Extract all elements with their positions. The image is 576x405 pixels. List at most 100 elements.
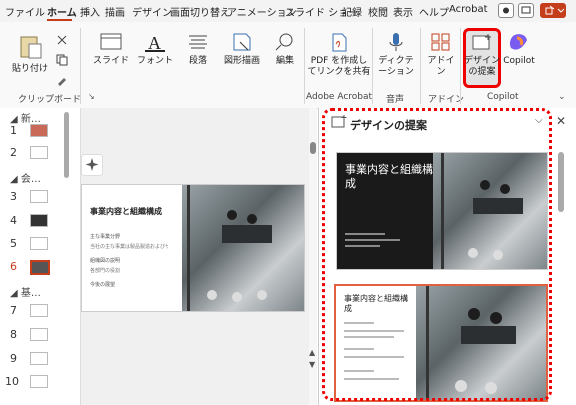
slide-thumbnail (30, 304, 48, 317)
copilot-button[interactable]: Copilot (503, 32, 535, 67)
shapes-label: 図形描画 (223, 56, 260, 66)
close-icon[interactable]: ✕ (556, 114, 566, 128)
separator (420, 28, 421, 104)
slide-layout-icon (100, 33, 122, 50)
slide-thumbnail (30, 237, 48, 250)
comment-icon[interactable] (518, 3, 534, 18)
collapse-ribbon-icon[interactable]: ⌄ (558, 92, 566, 102)
separator (372, 28, 373, 104)
thumbnail-item[interactable]: 10 (0, 373, 78, 391)
share-button[interactable] (540, 3, 566, 18)
thumbnail-item[interactable]: 9 (0, 350, 78, 368)
designer-sparkle-button[interactable] (81, 154, 103, 176)
slide-thumbnail (30, 375, 48, 388)
new-slide-button[interactable]: スライド (92, 32, 130, 67)
font-button[interactable]: A フォント (135, 32, 175, 67)
next-slide-icon[interactable]: ▼ (309, 360, 315, 369)
slide-thumbnail (30, 260, 50, 275)
section-label: 会… (20, 174, 41, 185)
editing-label: 編集 (275, 56, 294, 66)
paragraph-button[interactable]: 段落 (180, 32, 216, 67)
paragraph-label: 段落 (188, 56, 207, 66)
slide-text-line: 主な事業分野 (90, 234, 121, 240)
cut-icon[interactable] (56, 34, 68, 49)
pdf-icon (332, 33, 347, 52)
record-icon[interactable] (498, 3, 514, 18)
addins-label: アドイン (427, 56, 455, 77)
slide-number: 1 (10, 124, 17, 137)
menu-help[interactable]: ヘルプ (419, 4, 449, 19)
thumbnail-item[interactable]: 3 (0, 188, 78, 206)
slide-text-line: 組織図の説明 (90, 258, 121, 264)
addins-group-label: アドイン (428, 95, 465, 105)
slide-text-line: 各部門の役割 (90, 268, 121, 274)
menu-design[interactable]: デザイン (132, 4, 172, 19)
design-ideas-label: デザインの提案 (464, 56, 501, 77)
font-label: フォント (136, 56, 173, 66)
dictate-label: ディクテーション (378, 56, 414, 77)
section-label: 基… (20, 288, 41, 299)
menu-record[interactable]: 記録 (342, 4, 362, 19)
clipboard-icon (20, 36, 42, 59)
thumbnail-item[interactable]: 5 (0, 235, 78, 253)
dictate-button[interactable]: ディクテーション (376, 32, 416, 78)
separator (460, 28, 461, 104)
menu-home[interactable]: ホーム (47, 4, 77, 19)
slide-number: 4 (10, 214, 17, 227)
shapes-icon (233, 33, 251, 51)
format-painter-icon[interactable] (56, 74, 68, 89)
menu-review[interactable]: 校閲 (368, 4, 388, 19)
create-pdf-button[interactable]: PDF を作成してリンクを共有 (307, 32, 371, 78)
addins-icon (431, 33, 450, 51)
dialog-launcher-icon[interactable]: ↘ (88, 92, 95, 101)
create-pdf-label: PDF を作成してリンクを共有 (307, 56, 371, 77)
editor-scrollbar[interactable]: ▲ ▼ (309, 108, 317, 405)
slide-thumbnail (30, 146, 48, 159)
scroll-thumb[interactable] (310, 142, 316, 154)
section-header[interactable]: ◢ 基… (10, 284, 41, 299)
pane-scrollbar[interactable] (558, 152, 564, 212)
active-tab-underline (47, 19, 72, 21)
current-slide[interactable]: 事業内容と組織構成 主な事業分野 当社の主な事業は製品製造およびサービス提供 組… (81, 184, 305, 312)
microphone-icon (389, 33, 403, 51)
slide-number: 7 (10, 304, 17, 317)
thumbnail-item[interactable]: 8 (0, 326, 78, 344)
prev-slide-icon[interactable]: ▲ (309, 348, 315, 357)
slide-thumbnail (30, 190, 48, 203)
section-header[interactable]: ◢ 会… (10, 170, 41, 185)
shapes-button[interactable]: 図形描画 (218, 32, 266, 67)
thumbnail-item[interactable]: 4 (0, 212, 78, 230)
slide-thumbnail (30, 124, 48, 137)
slide-title: 事業内容と組織構成 (90, 207, 162, 216)
copilot-label: Copilot (503, 56, 535, 66)
slide-number: 3 (10, 190, 17, 203)
slide-thumbnail (30, 328, 48, 341)
paragraph-icon (189, 35, 207, 49)
separator (304, 28, 305, 104)
ribbon: 貼り付け クリップボード ↘ スライド A フォント 段落 図形描画 編集 PD… (0, 22, 576, 109)
editing-button[interactable]: 編集 (270, 32, 300, 67)
slide-number: 9 (10, 352, 17, 365)
slide-number: 5 (10, 237, 17, 250)
menu-insert[interactable]: 挿入 (80, 4, 100, 19)
addins-button[interactable]: アドイン (424, 32, 458, 78)
sparkle-icon (85, 158, 99, 171)
menu-file[interactable]: ファイル (5, 4, 45, 19)
menu-view[interactable]: 表示 (393, 4, 413, 19)
thumbnail-item[interactable]: 7 (0, 302, 78, 320)
design-pane-highlight (322, 108, 552, 401)
copy-icon[interactable] (56, 54, 68, 69)
slide-number: 2 (10, 146, 17, 159)
thumbnails-scrollbar[interactable] (64, 112, 69, 178)
copilot-icon (509, 34, 527, 50)
font-icon: A (145, 33, 165, 52)
design-ideas-button[interactable]: デザインの提案 (464, 32, 500, 78)
menu-acrobat[interactable]: Acrobat (449, 4, 488, 15)
copilot-group-label: Copilot (487, 92, 519, 102)
slide-label: スライド (92, 56, 129, 66)
paste-button[interactable]: 貼り付け (10, 32, 50, 75)
menu-transitions[interactable]: 画面切り替え (170, 4, 230, 19)
slide-text-line: 当社の主な事業は製品製造およびサービス提供 (90, 244, 168, 250)
thumbnail-item-selected[interactable]: 6 (0, 258, 78, 276)
menu-draw[interactable]: 描画 (105, 4, 125, 19)
